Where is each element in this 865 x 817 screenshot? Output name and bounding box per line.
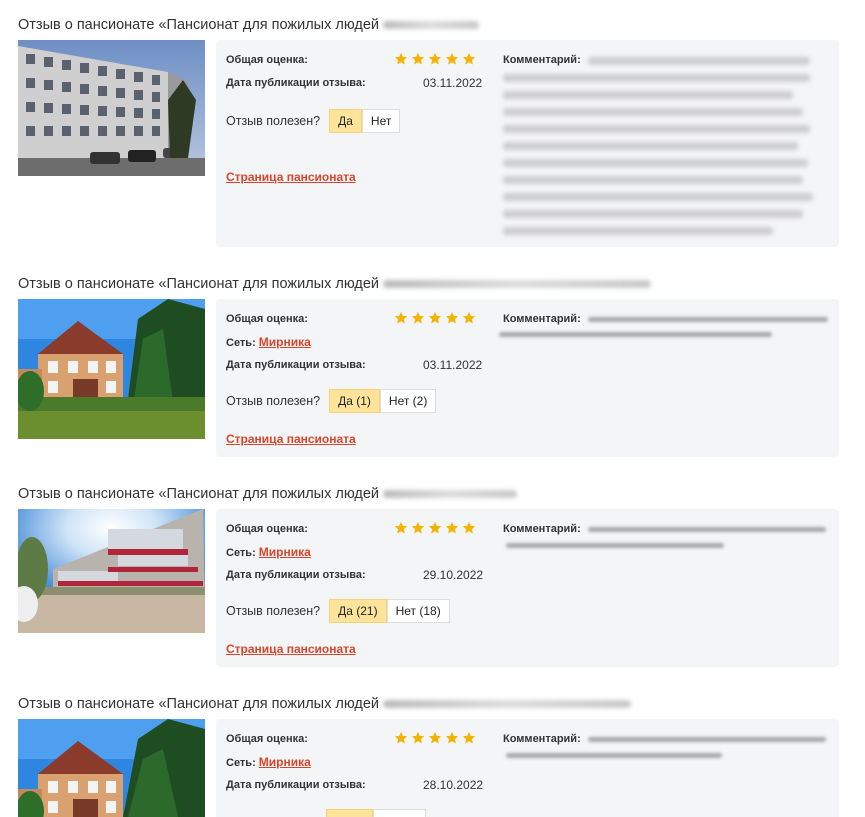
network-label: Сеть:	[226, 757, 256, 769]
review-title-text: Отзыв о пансионате «Пансионат для пожилы…	[18, 276, 380, 292]
star-icon	[428, 731, 442, 744]
useful-vote: Отзыв полезен? Да Нет	[226, 109, 401, 133]
redacted-name	[383, 280, 652, 288]
review-title: Отзыв о пансионате «Пансионат для пожилы…	[18, 17, 480, 33]
review-title: Отзыв о пансионате «Пансионат для пожилы…	[18, 486, 518, 502]
vote-yes-button[interactable]: Да (21)	[329, 599, 387, 623]
review-details: Общая оценка: Сеть: Мирника Дата публика…	[216, 719, 839, 817]
network-link[interactable]: Мирника	[259, 335, 311, 349]
publication-date: 29.10.2022	[423, 568, 484, 582]
comment-label: Комментарий:	[503, 523, 581, 535]
date-label: Дата публикации отзыва:	[226, 359, 366, 371]
publication-date: 03.11.2022	[423, 76, 483, 90]
star-icon	[428, 521, 442, 534]
rating-stars	[394, 52, 476, 66]
rating-label: Общая оценка:	[226, 733, 308, 745]
date-label: Дата публикации отзыва:	[226, 779, 366, 791]
useful-label: Отзыв полезен?	[226, 394, 321, 408]
redacted-name	[383, 21, 480, 29]
review-details: Общая оценка: Дата публикации отзыва: 03…	[216, 40, 839, 247]
rating-stars	[394, 731, 476, 745]
vote-no-button[interactable]	[373, 809, 426, 817]
useful-vote	[326, 809, 426, 817]
star-icon	[411, 731, 425, 744]
vote-yes-button[interactable]: Да	[329, 109, 362, 133]
star-icon	[394, 311, 408, 324]
network-label: Сеть:	[226, 547, 256, 559]
star-icon	[411, 521, 425, 534]
building-image	[18, 719, 205, 817]
rating-stars	[394, 311, 476, 325]
pension-photo[interactable]	[18, 40, 205, 176]
star-icon	[411, 52, 425, 65]
network-link[interactable]: Мирника	[259, 545, 311, 559]
review-title-text: Отзыв о пансионате «Пансионат для пожилы…	[18, 486, 380, 502]
publication-date: 28.10.2022	[423, 778, 484, 792]
star-icon	[445, 731, 459, 744]
pension-page-link[interactable]: Страница пансионата	[226, 170, 356, 184]
pension-page-link[interactable]: Страница пансионата	[226, 642, 356, 656]
rating-stars	[394, 521, 476, 535]
network-link[interactable]: Мирника	[259, 755, 311, 769]
network-row: Сеть: Мирника	[226, 545, 311, 559]
useful-vote: Отзыв полезен? Да (21) Нет (18)	[226, 599, 450, 623]
comment-label: Комментарий:	[503, 313, 581, 325]
review-card: Отзыв о пансионате «Пансионат для пожилы…	[0, 486, 865, 676]
date-label: Дата публикации отзыва:	[226, 77, 366, 89]
star-icon	[445, 52, 459, 65]
publication-date: 03.11.2022	[423, 358, 483, 372]
star-icon	[428, 311, 442, 324]
date-label: Дата публикации отзыва:	[226, 569, 366, 581]
review-title-text: Отзыв о пансионате «Пансионат для пожилы…	[18, 17, 380, 33]
building-image	[18, 509, 205, 633]
review-card: Отзыв о пансионате «Пансионат для пожилы…	[0, 696, 865, 817]
star-icon	[462, 521, 476, 534]
redacted-name	[383, 700, 632, 708]
vote-no-button[interactable]: Нет (2)	[379, 389, 437, 413]
network-row: Сеть: Мирника	[226, 755, 311, 769]
star-icon	[462, 311, 476, 324]
review-title: Отзыв о пансионате «Пансионат для пожилы…	[18, 276, 652, 292]
building-image	[18, 299, 205, 439]
pension-photo[interactable]	[18, 299, 205, 439]
review-details: Общая оценка: Сеть: Мирника Дата публика…	[216, 299, 839, 457]
vote-yes-button[interactable]: Да (1)	[329, 389, 380, 413]
pension-photo[interactable]	[18, 719, 205, 817]
comment-label: Комментарий:	[503, 733, 581, 745]
vote-no-button[interactable]: Нет (18)	[386, 599, 450, 623]
review-title-text: Отзыв о пансионате «Пансионат для пожилы…	[18, 696, 380, 712]
useful-label: Отзыв полезен?	[226, 604, 321, 618]
review-card: Отзыв о пансионате «Пансионат для пожилы…	[0, 276, 865, 466]
star-icon	[445, 521, 459, 534]
star-icon	[411, 311, 425, 324]
redacted-name	[383, 490, 518, 498]
star-icon	[428, 52, 442, 65]
review-card: Отзыв о пансионате «Пансионат для пожилы…	[0, 17, 865, 252]
star-icon	[394, 521, 408, 534]
star-icon	[394, 52, 408, 65]
useful-label: Отзыв полезен?	[226, 114, 321, 128]
star-icon	[394, 731, 408, 744]
review-details: Общая оценка: Сеть: Мирника Дата публика…	[216, 509, 839, 667]
pension-page-link[interactable]: Страница пансионата	[226, 432, 356, 446]
star-icon	[445, 311, 459, 324]
rating-label: Общая оценка:	[226, 313, 308, 325]
review-title: Отзыв о пансионате «Пансионат для пожилы…	[18, 696, 632, 712]
star-icon	[462, 731, 476, 744]
star-icon	[462, 52, 476, 65]
rating-label: Общая оценка:	[226, 523, 308, 535]
useful-vote: Отзыв полезен? Да (1) Нет (2)	[226, 389, 437, 413]
vote-no-button[interactable]: Нет	[361, 109, 401, 133]
network-label: Сеть:	[226, 337, 256, 349]
pension-photo[interactable]	[18, 509, 205, 633]
comment-label: Комментарий:	[503, 54, 581, 66]
network-row: Сеть: Мирника	[226, 335, 311, 349]
building-image	[18, 40, 205, 176]
rating-label: Общая оценка:	[226, 54, 308, 66]
vote-yes-button[interactable]	[326, 809, 373, 817]
